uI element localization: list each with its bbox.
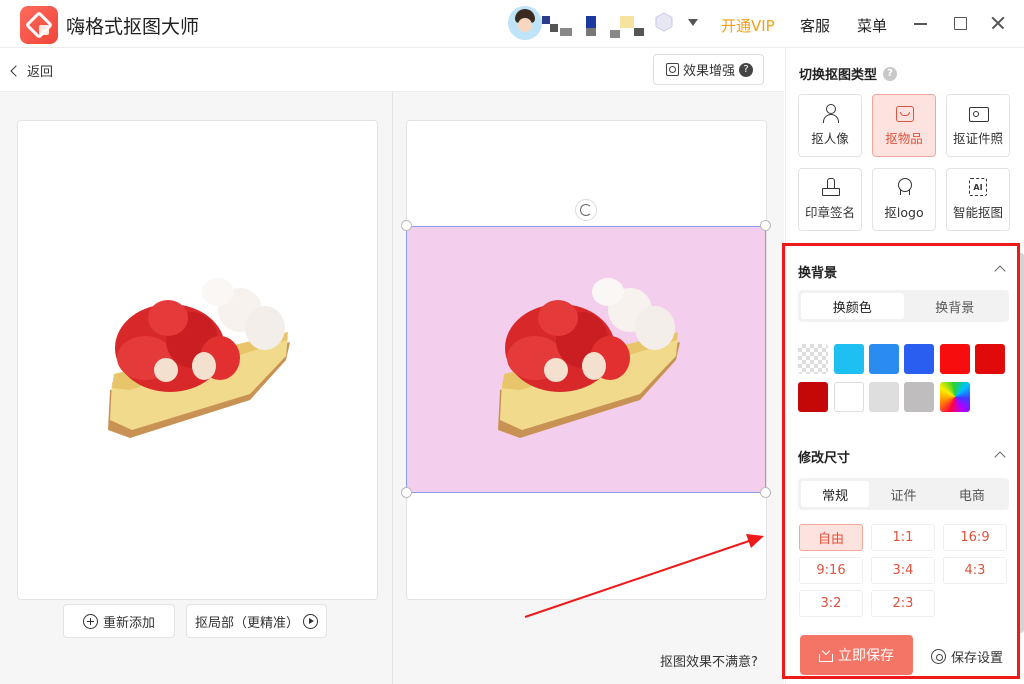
id-card-icon — [969, 104, 989, 122]
enhance-help-icon[interactable]: ? — [739, 62, 754, 77]
rotate-icon[interactable] — [575, 199, 597, 221]
enhance-label: 效果增强 — [683, 64, 736, 79]
maximize-icon[interactable] — [951, 14, 969, 32]
re-add-label: 重新添加 — [102, 615, 155, 631]
type-logo-button[interactable]: 抠logo — [872, 168, 936, 231]
annotation-arrow — [524, 534, 764, 618]
enhance-icon — [666, 63, 679, 76]
cutout-type-help-icon[interactable]: ? — [883, 66, 898, 81]
crop-handle-top-right[interactable] — [760, 220, 771, 231]
box-icon — [895, 104, 914, 122]
account-dropdown-icon[interactable] — [688, 19, 698, 26]
partial-cutout-button[interactable]: 抠局部（更精准） — [186, 604, 327, 638]
vip-badge-icon — [654, 12, 674, 32]
open-vip-link[interactable]: 开通VIP — [721, 15, 775, 36]
unsatisfied-feedback-link[interactable]: 抠图效果不满意? — [660, 651, 758, 670]
crop-handle-top-left[interactable] — [401, 220, 412, 231]
partial-cutout-label: 抠局部（更精准） — [194, 615, 299, 631]
original-cake-image — [100, 270, 295, 440]
type-object-button[interactable]: 抠物品 — [872, 94, 936, 157]
person-icon — [821, 104, 839, 123]
annotation-highlight-box — [782, 243, 1020, 679]
type-stamp-button[interactable]: 印章签名 — [798, 168, 862, 231]
menu-button[interactable]: 菜单 — [857, 15, 887, 36]
type-portrait-button[interactable]: 抠人像 — [798, 94, 862, 157]
minimize-icon[interactable] — [912, 14, 930, 32]
user-name-obscured — [540, 12, 650, 40]
back-button[interactable]: 返回 — [10, 61, 54, 80]
play-circle-icon — [303, 613, 318, 629]
stamp-icon — [821, 178, 840, 196]
crop-handle-bottom-left[interactable] — [401, 487, 412, 498]
workspace-divider — [392, 91, 393, 684]
customer-service-button[interactable]: 客服 — [800, 15, 830, 36]
chevron-left-icon — [10, 64, 22, 77]
back-label: 返回 — [27, 65, 54, 80]
badge-icon — [895, 178, 913, 196]
type-id-photo-button[interactable]: 抠证件照 — [946, 94, 1010, 157]
user-avatar[interactable] — [508, 6, 542, 40]
re-add-image-button[interactable]: 重新添加 — [63, 604, 175, 638]
result-cake-image — [490, 270, 685, 440]
close-icon[interactable] — [989, 14, 1007, 32]
app-title: 嗨格式抠图大师 — [66, 16, 200, 38]
add-circle-icon — [82, 613, 98, 629]
type-smart-button[interactable]: AI 智能抠图 — [946, 168, 1010, 231]
ai-icon: AI — [969, 178, 987, 196]
cutout-type-title: 切换抠图类型 ? — [799, 64, 898, 83]
enhance-effect-button[interactable]: 效果增强 ? — [653, 54, 764, 85]
app-logo-icon — [20, 6, 58, 44]
crop-handle-bottom-right[interactable] — [760, 487, 771, 498]
